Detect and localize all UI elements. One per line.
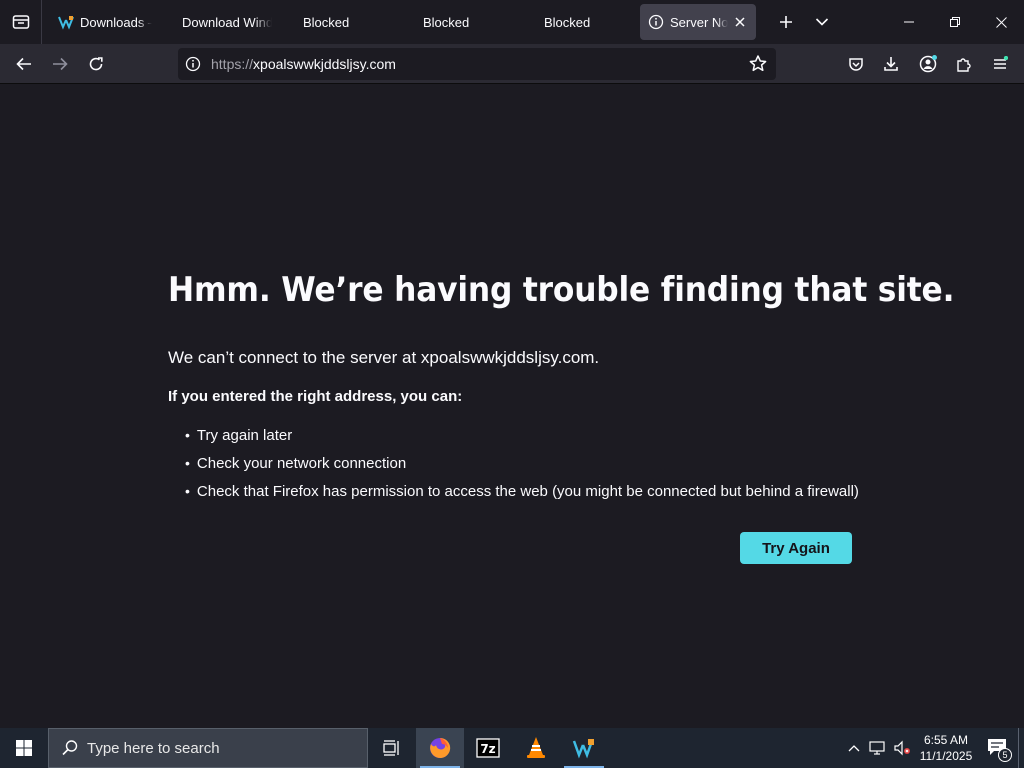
list-item: Check your network connection [185,449,859,477]
vlc-icon [527,737,545,758]
minimize-button[interactable] [886,0,932,44]
taskbar-firefox[interactable] [416,728,464,768]
arrow-left-icon [16,57,31,71]
taskbar-vlc[interactable] [512,728,560,768]
restore-button[interactable] [932,0,978,44]
list-item: Check that Firefox has permission to acc… [185,477,859,505]
volume-button[interactable] [890,728,914,768]
site-info-icon[interactable] [178,56,208,72]
speaker-muted-icon [894,740,910,756]
close-window-button[interactable] [978,0,1024,44]
download-icon [884,57,898,71]
error-page: Hmm. We’re having trouble finding that s… [0,85,1024,728]
navigation-toolbar: https://xpoalswwkjddsljsy.com [0,44,1024,84]
network-button[interactable] [866,728,890,768]
windows-logo-icon [16,740,32,756]
restore-icon [950,17,960,27]
veeam-icon [58,14,74,30]
reload-icon [89,57,103,71]
firefox-view-icon [12,15,29,29]
taskbar-search-box[interactable]: Type here to search [48,728,368,768]
7zip-icon: 7z [476,738,500,758]
tab-strip: Downloads – O Download Window Blocked Bl… [0,0,1024,44]
tab-label: Blocked [303,14,350,30]
plus-icon [780,16,792,28]
pocket-icon [849,58,863,71]
error-description: We can’t connect to the server at xpoals… [168,348,600,367]
tab-downloads[interactable]: Downloads – O [50,4,160,40]
task-view-icon [383,740,399,756]
window-controls [886,0,1024,44]
clock-date: 11/1/2025 [919,749,973,763]
app-menu-button[interactable] [982,46,1018,82]
account-button[interactable] [910,46,946,82]
arrow-right-icon [53,57,68,71]
tab-close-icon[interactable] [732,14,748,30]
network-icon [869,741,885,755]
chevron-up-icon [848,745,860,752]
taskbar: Type here to search 7z 6:55 AM 11/1/2025 [0,728,1024,768]
tab-blocked-2[interactable]: Blocked [400,4,520,40]
tab-blocked-3[interactable]: Blocked [520,4,640,40]
firefox-view-button[interactable] [0,0,42,44]
pocket-button[interactable] [838,46,874,82]
try-again-button[interactable]: Try Again [740,532,852,564]
tab-label: Blocked [544,14,591,30]
taskbar-7zip[interactable]: 7z [464,728,512,768]
firefox-icon [430,737,451,758]
address-bar[interactable]: https://xpoalswwkjddsljsy.com [178,48,776,80]
list-all-tabs-button[interactable] [804,4,840,40]
tab-download-windows[interactable]: Download Window [160,4,280,40]
tabs: Downloads – O Download Window Blocked Bl… [50,0,756,44]
minimize-icon [904,21,914,23]
show-hidden-icons-button[interactable] [842,728,866,768]
back-button[interactable] [6,46,42,82]
tab-blocked-1[interactable]: Blocked [280,4,400,40]
hamburger-menu-icon [994,56,1008,69]
notification-center-button[interactable]: 5 [978,728,1018,768]
notification-count-badge: 5 [998,748,1012,762]
reload-button[interactable] [78,46,114,82]
url-host: xpoalswwkjddsljsy.com [253,56,396,72]
clock[interactable]: 6:55 AM 11/1/2025 [914,732,978,764]
error-title: Hmm. We’re having trouble finding that s… [168,270,955,310]
taskbar-veeam[interactable] [560,728,608,768]
list-item: Try again later [185,421,859,449]
account-icon [919,55,937,73]
info-icon [648,14,664,30]
tabstrip-controls [768,0,840,44]
tab-label: Download Window [182,14,272,30]
puzzle-icon [957,58,971,72]
extensions-button[interactable] [946,46,982,82]
url-text: https://xpoalswwkjddsljsy.com [211,56,396,72]
error-suggestions-list: Try again later Check your network conne… [185,421,859,505]
tab-label: Downloads – O [80,14,152,30]
new-tab-button[interactable] [768,4,804,40]
error-suggestions-heading: If you entered the right address, you ca… [168,388,463,405]
tab-label: Blocked [423,14,470,30]
task-view-button[interactable] [368,728,416,768]
system-tray: 6:55 AM 11/1/2025 5 [842,728,1024,768]
search-icon [62,740,78,756]
svg-text:7z: 7z [480,742,495,756]
downloads-button[interactable] [873,46,909,82]
start-button[interactable] [0,728,48,768]
forward-button[interactable] [42,46,78,82]
close-icon [995,16,1007,28]
search-placeholder: Type here to search [87,739,220,757]
url-scheme: https:// [211,56,254,72]
veeam-icon [572,739,594,759]
show-desktop-button[interactable] [1018,728,1024,768]
tab-label: Server Not Found [670,14,729,30]
clock-time: 6:55 AM [923,733,969,747]
tab-server-not-found[interactable]: Server Not Found [640,4,756,40]
bookmark-star-icon[interactable] [746,52,770,81]
chevron-down-icon [815,18,829,26]
